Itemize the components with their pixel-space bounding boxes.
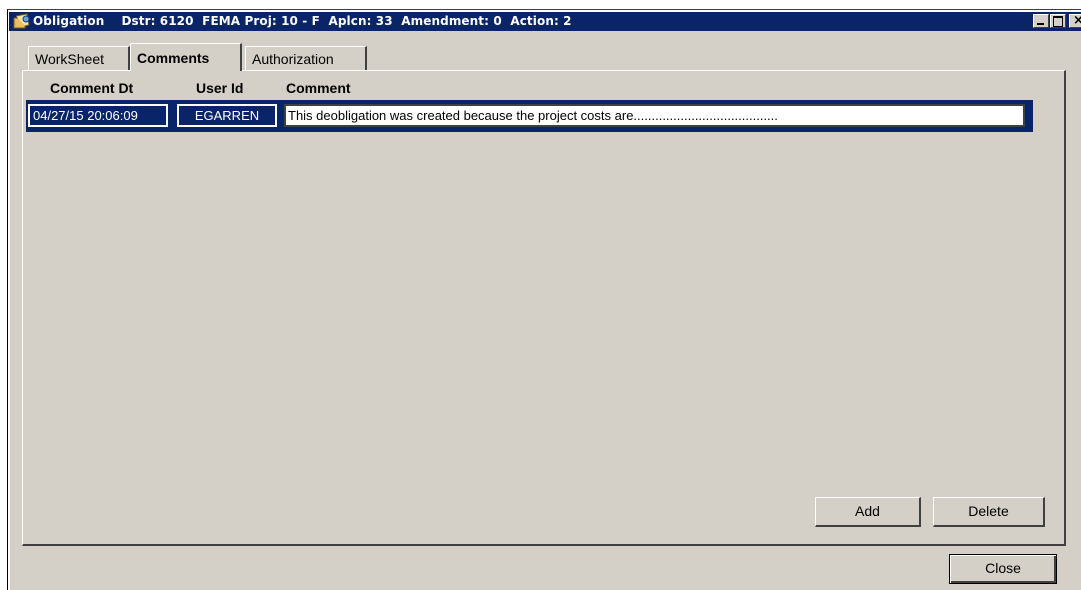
window-title: Obligation Dstr: 6120 FEMA Proj: 10 - F … [33, 14, 572, 28]
obligation-app-icon [13, 13, 30, 29]
maximize-button[interactable] [1050, 14, 1066, 28]
user-id-cell[interactable]: EGARREN [177, 104, 277, 127]
tab-comments[interactable]: Comments [130, 43, 242, 71]
minimize-button[interactable] [1033, 14, 1049, 28]
comment-date-value: 04/27/15 20:06:09 [33, 108, 138, 123]
close-button[interactable]: Close [949, 554, 1057, 584]
close-window-button[interactable]: × [1069, 13, 1081, 28]
maximize-icon [1053, 16, 1063, 27]
delete-button[interactable]: Delete [933, 497, 1045, 527]
tab-comments-label: Comments [137, 50, 210, 66]
column-header-comment-dt: Comment Dt [50, 80, 134, 96]
comment-text-field[interactable]: This deobligation was created because th… [284, 104, 1025, 127]
comment-date-cell[interactable]: 04/27/15 20:06:09 [28, 104, 168, 127]
comments-panel [22, 70, 1066, 546]
table-row[interactable]: 04/27/15 20:06:09 EGARREN This deobligat… [26, 100, 1033, 132]
user-id-value: EGARREN [194, 108, 260, 123]
close-icon: × [1073, 13, 1081, 28]
column-header-user-id: User Id [196, 80, 244, 96]
add-button[interactable]: Add [815, 497, 921, 527]
comment-text-value: This deobligation was created because th… [288, 108, 778, 123]
tab-authorization-label: Authorization [252, 51, 334, 67]
title-bar[interactable]: Obligation Dstr: 6120 FEMA Proj: 10 - F … [9, 12, 1081, 31]
tab-worksheet[interactable]: WorkSheet [28, 46, 130, 70]
column-header-comment: Comment [286, 80, 351, 96]
minimize-icon [1037, 23, 1044, 25]
tab-authorization[interactable]: Authorization [245, 46, 367, 70]
tab-worksheet-label: WorkSheet [35, 51, 104, 67]
